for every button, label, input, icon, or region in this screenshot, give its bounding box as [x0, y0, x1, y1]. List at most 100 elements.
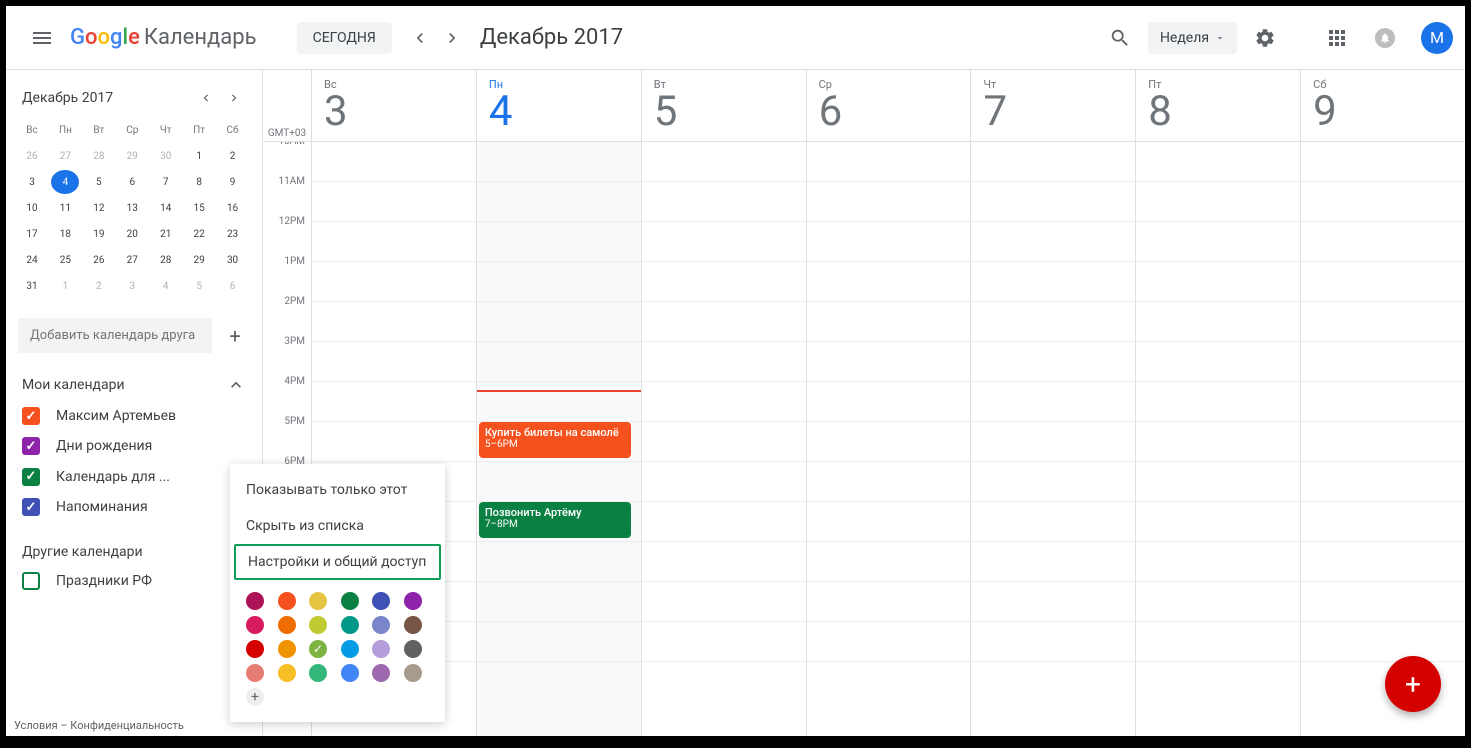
color-swatch[interactable]: [341, 664, 359, 682]
mini-cal-day[interactable]: 29: [185, 248, 213, 272]
apps-icon[interactable]: [1317, 18, 1357, 58]
mini-cal-day[interactable]: 30: [219, 248, 247, 272]
context-menu-item[interactable]: Показывать только этот: [230, 472, 445, 508]
mini-cal-day[interactable]: 13: [118, 196, 146, 220]
color-swatch[interactable]: [341, 616, 359, 634]
mini-cal-day[interactable]: 26: [18, 144, 46, 168]
color-swatch[interactable]: [404, 640, 422, 658]
mini-cal-next-icon[interactable]: [222, 86, 246, 110]
mini-cal-day[interactable]: 12: [85, 196, 113, 220]
other-calendars-header[interactable]: Другие календари: [14, 538, 254, 566]
color-swatch[interactable]: [309, 616, 327, 634]
day-header[interactable]: Ср6: [806, 70, 971, 141]
mini-cal-prev-icon[interactable]: [194, 86, 218, 110]
day-column[interactable]: Купить билеты на самолё5–6PM Позвонить Ар…: [476, 142, 641, 736]
calendar-checkbox[interactable]: [22, 407, 40, 425]
color-swatch[interactable]: [372, 592, 390, 610]
mini-cal-day[interactable]: 19: [85, 222, 113, 246]
mini-cal-day[interactable]: 20: [118, 222, 146, 246]
mini-cal-day[interactable]: 24: [18, 248, 46, 272]
prev-week-button[interactable]: [404, 22, 436, 54]
day-column[interactable]: [970, 142, 1135, 736]
mini-cal-day[interactable]: 28: [85, 144, 113, 168]
color-swatch[interactable]: [404, 592, 422, 610]
color-swatch[interactable]: [246, 592, 264, 610]
color-swatch[interactable]: [404, 664, 422, 682]
color-swatch[interactable]: [372, 640, 390, 658]
calendar-event[interactable]: Позвонить Артёму7–8PM: [479, 502, 631, 538]
search-icon[interactable]: [1100, 18, 1140, 58]
context-menu-item[interactable]: Настройки и общий доступ: [234, 544, 441, 580]
mini-cal-day[interactable]: 27: [118, 248, 146, 272]
color-swatch[interactable]: [341, 592, 359, 610]
view-selector[interactable]: Неделя: [1148, 22, 1237, 54]
color-swatch[interactable]: [404, 616, 422, 634]
color-swatch[interactable]: [246, 640, 264, 658]
mini-cal-day[interactable]: 29: [118, 144, 146, 168]
mini-cal-day[interactable]: 8: [185, 170, 213, 194]
add-custom-color-button[interactable]: +: [246, 688, 264, 706]
calendar-list-item[interactable]: Напоминания: [14, 492, 254, 522]
day-header[interactable]: Сб9: [1300, 70, 1465, 141]
my-calendars-header[interactable]: Мои календари: [14, 369, 254, 401]
calendar-checkbox[interactable]: [22, 498, 40, 516]
mini-cal-day[interactable]: 25: [51, 248, 79, 272]
mini-cal-day[interactable]: 30: [152, 144, 180, 168]
mini-cal-day[interactable]: 4: [152, 274, 180, 298]
day-column[interactable]: [1135, 142, 1300, 736]
calendar-checkbox[interactable]: [22, 572, 40, 590]
menu-icon[interactable]: [18, 14, 66, 62]
day-header[interactable]: Пт8: [1135, 70, 1300, 141]
color-swatch[interactable]: [309, 640, 327, 658]
day-header[interactable]: Пн4: [476, 70, 641, 141]
calendar-list-item[interactable]: Календарь для ...✕: [14, 461, 254, 492]
context-menu-item[interactable]: Скрыть из списка: [230, 508, 445, 544]
color-swatch[interactable]: [246, 616, 264, 634]
calendar-checkbox[interactable]: [22, 437, 40, 455]
add-friend-input[interactable]: [18, 318, 212, 353]
mini-cal-day[interactable]: 15: [185, 196, 213, 220]
day-header[interactable]: Вс3: [311, 70, 476, 141]
mini-cal-day[interactable]: 28: [152, 248, 180, 272]
calendar-event[interactable]: Купить билеты на самолё5–6PM: [479, 422, 631, 458]
day-column[interactable]: [1300, 142, 1465, 736]
mini-cal-day[interactable]: 4: [51, 170, 79, 194]
user-avatar[interactable]: М: [1421, 22, 1453, 54]
mini-cal-day[interactable]: 27: [51, 144, 79, 168]
mini-cal-day[interactable]: 14: [152, 196, 180, 220]
mini-cal-day[interactable]: 26: [85, 248, 113, 272]
mini-cal-day[interactable]: 18: [51, 222, 79, 246]
color-swatch[interactable]: [341, 640, 359, 658]
mini-cal-day[interactable]: 2: [85, 274, 113, 298]
mini-cal-day[interactable]: 6: [219, 274, 247, 298]
color-swatch[interactable]: [278, 616, 296, 634]
calendar-list-item[interactable]: Максим Артемьев: [14, 401, 254, 431]
create-event-fab[interactable]: +: [1385, 656, 1441, 712]
mini-cal-day[interactable]: 21: [152, 222, 180, 246]
mini-cal-day[interactable]: 22: [185, 222, 213, 246]
mini-cal-day[interactable]: 5: [85, 170, 113, 194]
mini-cal-day[interactable]: 3: [118, 274, 146, 298]
mini-cal-day[interactable]: 6: [118, 170, 146, 194]
today-button[interactable]: СЕГОДНЯ: [297, 22, 392, 54]
mini-cal-day[interactable]: 1: [185, 144, 213, 168]
day-header[interactable]: Чт7: [970, 70, 1135, 141]
settings-icon[interactable]: [1245, 18, 1285, 58]
mini-cal-day[interactable]: 11: [51, 196, 79, 220]
mini-cal-day[interactable]: 5: [185, 274, 213, 298]
next-week-button[interactable]: [436, 22, 468, 54]
add-calendar-button[interactable]: +: [220, 321, 250, 351]
color-swatch[interactable]: [372, 664, 390, 682]
day-header[interactable]: Вт5: [641, 70, 806, 141]
color-swatch[interactable]: [278, 664, 296, 682]
mini-cal-day[interactable]: 1: [51, 274, 79, 298]
color-swatch[interactable]: [278, 592, 296, 610]
calendar-list-item[interactable]: Дни рождения: [14, 431, 254, 461]
mini-cal-day[interactable]: 31: [18, 274, 46, 298]
day-column[interactable]: [641, 142, 806, 736]
color-swatch[interactable]: [372, 616, 390, 634]
color-swatch[interactable]: [309, 592, 327, 610]
color-swatch[interactable]: [309, 664, 327, 682]
logo[interactable]: Google Календарь: [70, 25, 257, 50]
footer-links[interactable]: Условия – Конфиденциальность: [14, 719, 184, 732]
